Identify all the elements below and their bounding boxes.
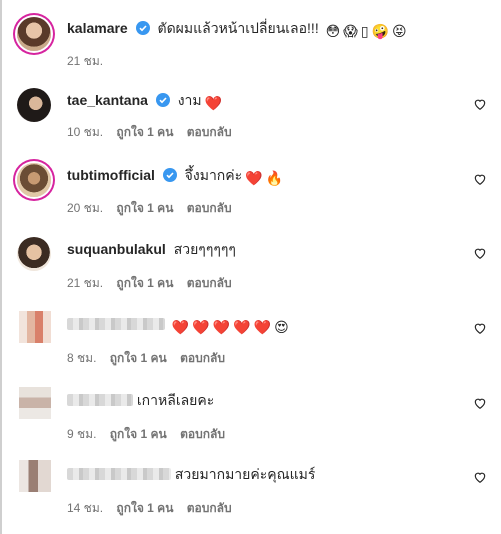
avatar[interactable] xyxy=(17,163,51,197)
reply-button[interactable]: ตอบกลับ xyxy=(180,351,225,365)
emoji-missing-glyph-icon: ▯ xyxy=(360,23,369,39)
comment-time: 8 ชม. xyxy=(67,351,97,365)
comment-row: ❤️ ❤️ ❤️ ❤️ ❤️ 😍 8 ชม. ถูกใจ 1 คน ตอบกลับ xyxy=(0,309,501,365)
comment-time: 21 ชม. xyxy=(67,54,104,68)
like-heart-icon[interactable] xyxy=(473,470,487,484)
comment-row: เกาหลีเลยคะ 9 ชม. ถูกใจ 1 คน ตอบกลับ xyxy=(0,382,501,441)
comment-row: tae_kantana งาม ❤️ 10 ชม. ถูกใจ 1 คน ตอบก… xyxy=(0,86,501,142)
avatar[interactable] xyxy=(17,88,51,122)
emoji-red-heart-icon: ❤️ xyxy=(171,319,190,335)
emoji-heart-eyes-icon: 😍 xyxy=(274,319,289,335)
emoji-red-heart-icon: ❤️ xyxy=(253,319,272,335)
comment-row: kalamare ตัดผมแล้วหน้าเปลี่ยนเลอ!!! 😳 😱 ▯ 🤪… xyxy=(0,10,501,70)
comment-time: 20 ชม. xyxy=(67,201,104,215)
likes-count[interactable]: ถูกใจ 1 คน xyxy=(110,427,167,441)
like-heart-icon[interactable] xyxy=(473,321,487,335)
comment-username[interactable]: suquanbulakul xyxy=(67,241,166,257)
comment-time: 14 ชม. xyxy=(67,501,104,515)
comment-time: 21 ชม. xyxy=(67,276,104,290)
avatar[interactable] xyxy=(17,237,51,271)
comment-row: สวยมากมายค่ะคุณแมร์ 14 ชม. ถูกใจ 1 คน ตอ… xyxy=(0,455,501,515)
comment-row: tubtimofficial จึ้งมากค่ะ ❤️ 🔥 20 ชม. ถูกใ… xyxy=(0,160,501,216)
reply-button[interactable]: ตอบกลับ xyxy=(187,501,232,515)
likes-count[interactable]: ถูกใจ 1 คน xyxy=(116,501,173,515)
like-heart-icon[interactable] xyxy=(473,246,487,260)
reply-button[interactable]: ตอบกลับ xyxy=(187,201,232,215)
avatar[interactable] xyxy=(17,17,51,51)
comment-text: สวยมากมายค่ะคุณแมร์ xyxy=(174,466,316,482)
comment-time: 10 ชม. xyxy=(67,125,104,139)
blurred-username xyxy=(67,468,171,480)
blurred-username xyxy=(67,394,133,406)
verified-badge-icon xyxy=(162,168,177,182)
emoji-red-heart-icon: ❤️ xyxy=(245,170,263,186)
likes-count[interactable]: ถูกใจ 1 คน xyxy=(116,125,173,139)
likes-count[interactable]: ถูกใจ 1 คน xyxy=(116,201,173,215)
comment-text: งาม xyxy=(177,92,202,108)
reply-button[interactable]: ตอบกลับ xyxy=(187,125,232,139)
blurred-username xyxy=(67,318,165,330)
emoji-tongue-face-icon: 😝 xyxy=(391,23,407,39)
reply-button[interactable]: ตอบกลับ xyxy=(187,276,232,290)
like-heart-icon[interactable] xyxy=(473,97,487,111)
comment-text: ตัดผมแล้วหน้าเปลี่ยนเลอ!!! xyxy=(157,20,319,36)
like-heart-icon[interactable] xyxy=(473,396,487,410)
avatar[interactable] xyxy=(19,387,51,419)
emoji-fire-icon: 🔥 xyxy=(265,170,284,186)
avatar[interactable] xyxy=(19,311,51,343)
avatar[interactable] xyxy=(19,460,51,492)
emoji-red-heart-icon: ❤️ xyxy=(204,95,223,111)
emoji-red-heart-icon: ❤️ xyxy=(212,319,231,335)
comment-text: จึ้งมากค่ะ xyxy=(184,167,243,183)
emoji-scream-icon: 😱 xyxy=(343,23,358,39)
verified-badge-icon xyxy=(155,93,170,107)
likes-count[interactable]: ถูกใจ 1 คน xyxy=(116,276,173,290)
comment-row: suquanbulakul สวยๆๆๆๆๆ 21 ชม. ถูกใจ 1 คน… xyxy=(0,234,501,290)
comment-username[interactable]: tubtimofficial xyxy=(67,167,155,183)
emoji-flushed-icon: 😳 xyxy=(325,23,341,39)
emoji-red-heart-icon: ❤️ xyxy=(233,319,251,335)
comment-username[interactable]: kalamare xyxy=(67,20,128,36)
comment-text: สวยๆๆๆๆๆ xyxy=(173,241,236,257)
likes-count[interactable]: ถูกใจ 1 คน xyxy=(110,351,167,365)
emoji-red-heart-icon: ❤️ xyxy=(192,319,210,335)
comment-time: 9 ชม. xyxy=(67,427,97,441)
verified-badge-icon xyxy=(135,21,150,35)
emoji-zany-face-icon: 🤪 xyxy=(371,23,389,39)
comment-username[interactable]: tae_kantana xyxy=(67,92,148,108)
reply-button[interactable]: ตอบกลับ xyxy=(180,427,225,441)
like-heart-icon[interactable] xyxy=(473,172,487,186)
comment-text: เกาหลีเลยคะ xyxy=(136,392,215,408)
